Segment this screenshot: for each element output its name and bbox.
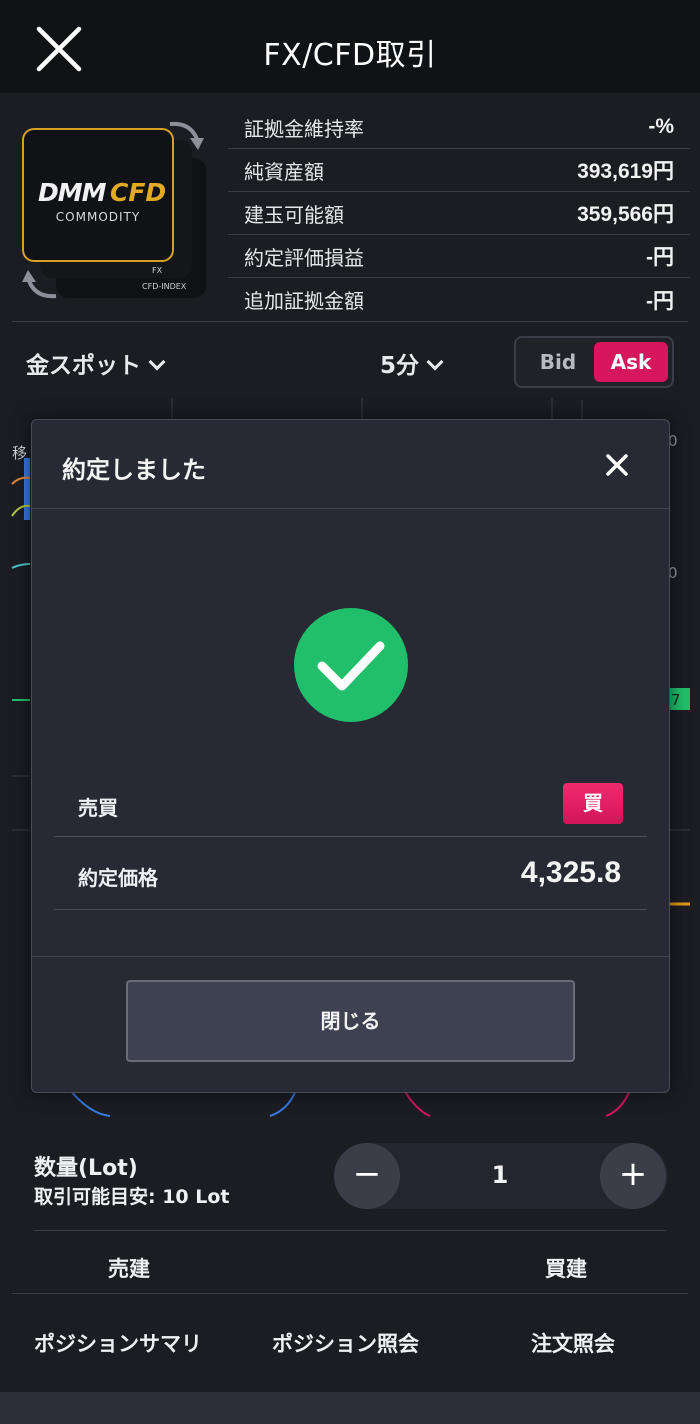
execution-dialog: 約定しました 売買 買 約定価格 4,325.8 閉じる bbox=[31, 419, 670, 1093]
price-label: 約定価格 bbox=[78, 866, 158, 890]
account-value: -円 bbox=[646, 246, 674, 269]
success-check-icon bbox=[294, 608, 408, 722]
divider bbox=[54, 909, 647, 910]
account-value: -% bbox=[648, 115, 674, 138]
side-label: 売買 bbox=[78, 796, 118, 820]
account-summary: 証拠金維持率 -% 純資産額 393,619円 建玉可能額 359,566円 約… bbox=[228, 106, 690, 321]
timeframe-select[interactable]: 5分 bbox=[380, 346, 444, 380]
nav-position-summary[interactable]: ポジションサマリ bbox=[34, 1328, 202, 1358]
divider bbox=[54, 836, 647, 837]
chevron-down-icon bbox=[148, 353, 166, 371]
chart-partial-label: 移 bbox=[12, 444, 27, 462]
logo-brand-right: CFD bbox=[110, 178, 167, 207]
side-badge: 買 bbox=[563, 783, 623, 824]
quantity-value[interactable]: 1 bbox=[400, 1161, 600, 1189]
timeframe-label: 5分 bbox=[380, 353, 420, 379]
decrement-button[interactable]: − bbox=[334, 1143, 400, 1209]
account-row: 純資産額 393,619円 bbox=[228, 149, 690, 192]
account-label: 追加証拠金額 bbox=[244, 289, 364, 313]
increment-button[interactable]: + bbox=[600, 1143, 666, 1209]
close-icon[interactable] bbox=[604, 452, 630, 478]
logo-brand-left: DMM bbox=[38, 178, 107, 207]
nav-order-inquiry[interactable]: 注文照会 bbox=[531, 1328, 615, 1358]
page-title: FX/CFD取引 bbox=[263, 38, 437, 73]
account-label: 約定評価損益 bbox=[244, 245, 364, 270]
account-row: 追加証拠金額 -円 bbox=[228, 278, 690, 321]
account-label: 純資産額 bbox=[244, 159, 324, 184]
chevron-down-icon bbox=[426, 353, 444, 371]
account-value: 359,566円 bbox=[577, 203, 674, 226]
account-row: 約定評価損益 -円 bbox=[228, 235, 690, 278]
divider bbox=[32, 956, 669, 957]
divider bbox=[32, 508, 669, 509]
divider bbox=[34, 1230, 666, 1231]
quantity-title: 数量(Lot) bbox=[34, 1156, 138, 1181]
divider bbox=[12, 1293, 688, 1294]
nav-position-inquiry[interactable]: ポジション照会 bbox=[272, 1328, 419, 1358]
switch-arrow-icon bbox=[22, 270, 57, 299]
logo-tag-fx: FX bbox=[152, 266, 163, 275]
account-value: 393,619円 bbox=[577, 160, 674, 183]
logo-card: DMM CFD COMMODITY bbox=[22, 128, 174, 262]
account-value: -円 bbox=[646, 289, 674, 313]
logo-tag-index: CFD-INDEX bbox=[142, 282, 187, 291]
account-row: 建玉可能額 359,566円 bbox=[228, 192, 690, 235]
product-switcher[interactable]: DMM CFD COMMODITY FX CFD-INDEX bbox=[14, 118, 214, 303]
account-label: 証拠金維持率 bbox=[244, 116, 364, 141]
bid-button[interactable]: Bid bbox=[520, 342, 596, 382]
dialog-title: 約定しました bbox=[62, 456, 206, 484]
account-row: 証拠金維持率 -% bbox=[228, 106, 690, 149]
chart-price-tag: 7 bbox=[671, 691, 681, 709]
bid-ask-toggle: Bid Ask bbox=[514, 336, 674, 388]
divider bbox=[12, 321, 688, 322]
instrument-select[interactable]: 金スポット bbox=[26, 346, 166, 380]
ask-button[interactable]: Ask bbox=[594, 342, 668, 382]
execution-price: 4,325.8 bbox=[520, 856, 621, 889]
app-header: FX/CFD取引 bbox=[0, 0, 700, 93]
close-dialog-button[interactable]: 閉じる bbox=[126, 980, 575, 1062]
buy-button[interactable]: 買建 bbox=[545, 1253, 587, 1283]
sell-button[interactable]: 売建 bbox=[108, 1253, 150, 1283]
quantity-stepper: − 1 + bbox=[334, 1143, 668, 1209]
account-label: 建玉可能額 bbox=[244, 202, 344, 227]
bottom-bar bbox=[0, 1392, 700, 1424]
instrument-label: 金スポット bbox=[26, 353, 141, 379]
quantity-hint: 取引可能目安: 10 Lot bbox=[34, 1186, 230, 1208]
logo-subtitle: COMMODITY bbox=[55, 210, 141, 224]
